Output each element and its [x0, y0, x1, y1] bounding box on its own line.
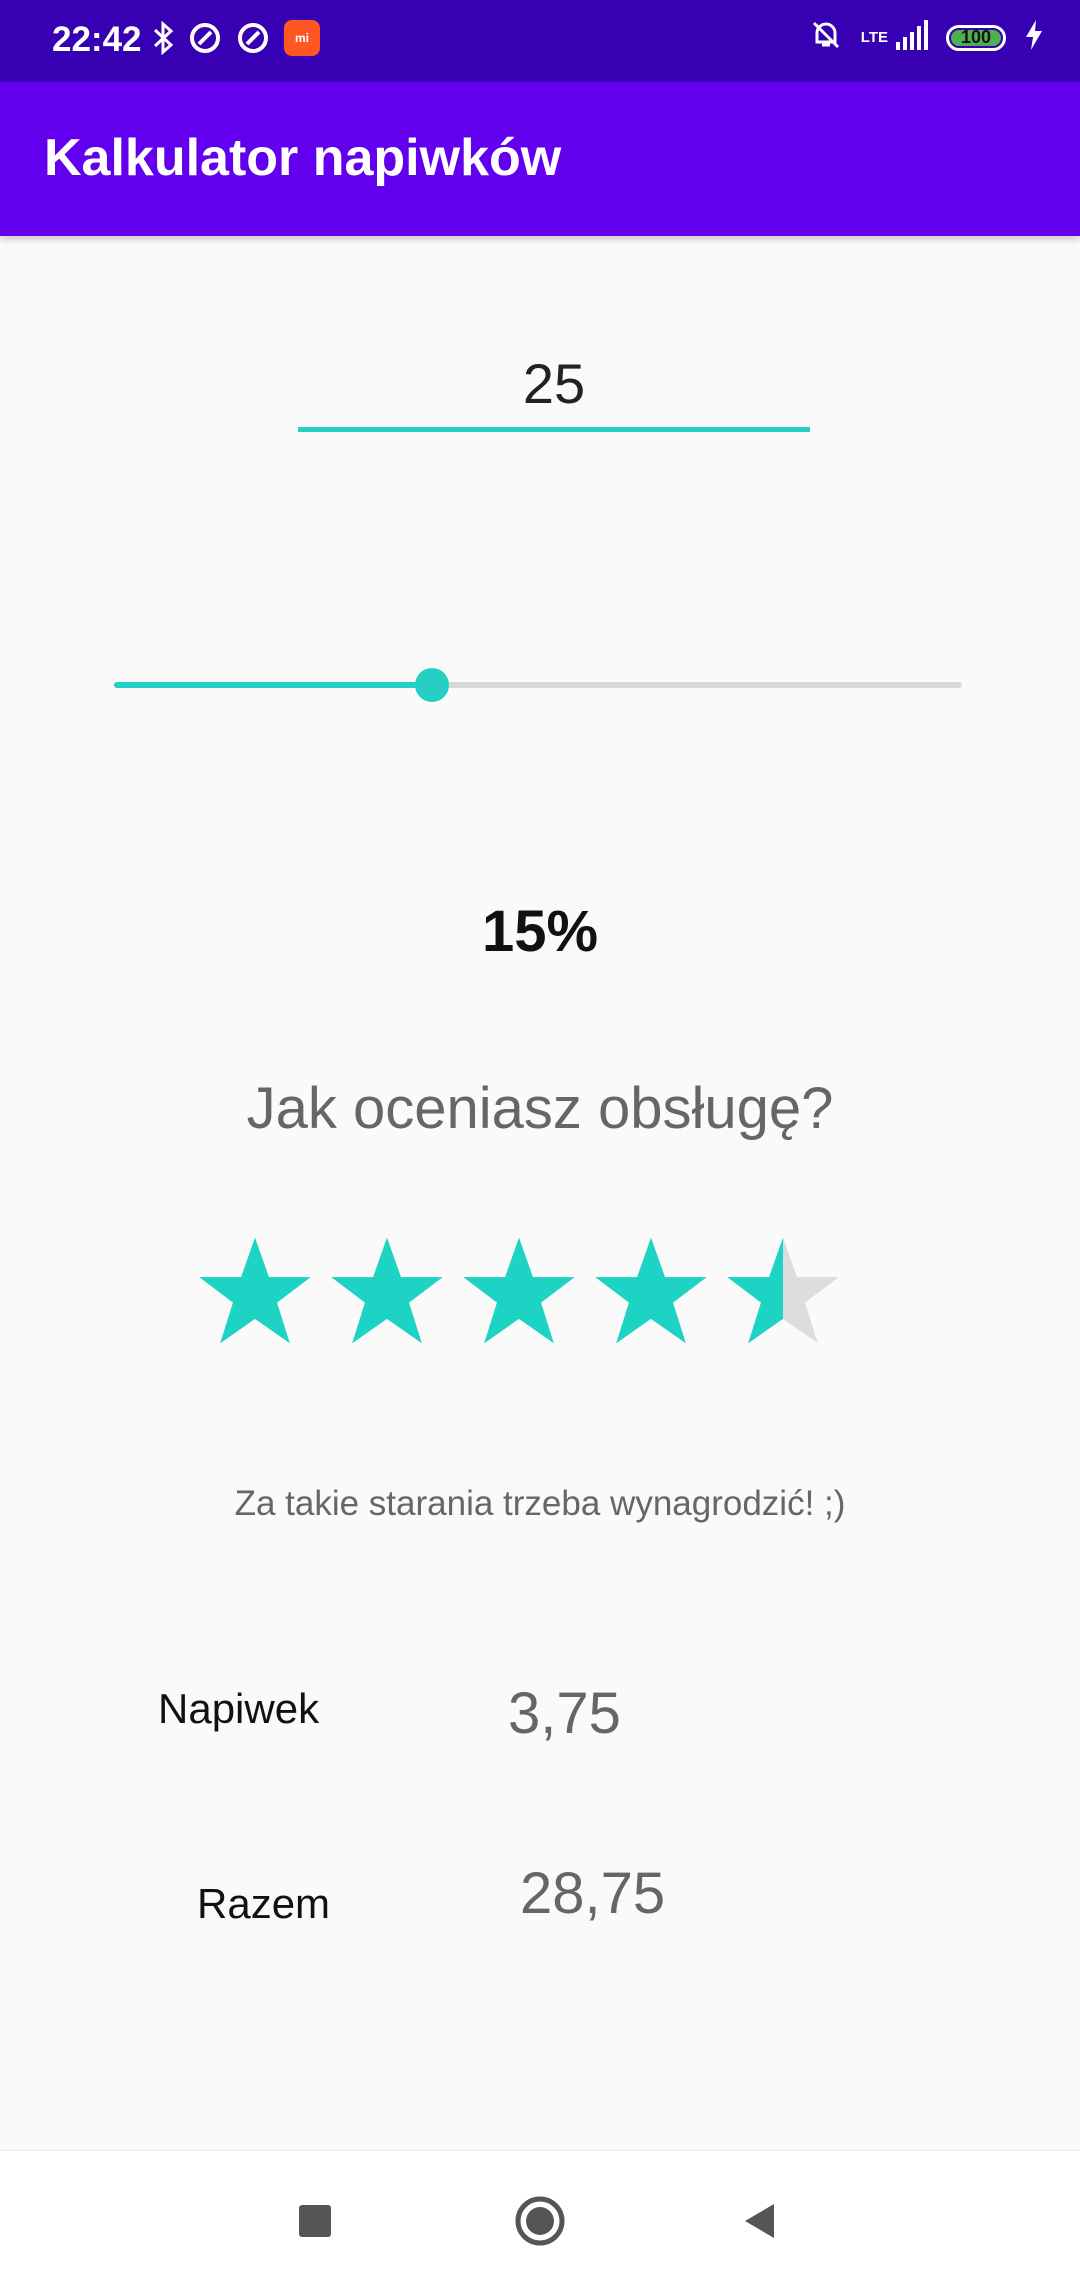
status-time: 22:42	[52, 20, 142, 59]
network-type: LTE	[860, 29, 888, 46]
navigation-bar	[0, 2150, 1080, 2281]
status-icons-right: LTE 100	[809, 18, 1044, 57]
alarm-off-icon	[809, 18, 843, 57]
slider-fill	[114, 682, 432, 688]
app-bar: Kalkulator napiwków	[0, 82, 1080, 236]
data-saver-icon	[188, 21, 222, 55]
charging-icon	[1024, 20, 1044, 55]
rating-note: Za takie starania trzeba wynagrodzić! ;)	[234, 1484, 846, 1523]
total-value: 28,75	[520, 1861, 666, 1926]
status-icons-left: mi	[152, 20, 320, 56]
mi-app-icon: mi	[284, 20, 320, 56]
bill-amount-input[interactable]	[298, 340, 810, 432]
bluetooth-icon	[152, 21, 174, 55]
battery-level: 100	[960, 27, 992, 47]
tip-value: 3,75	[508, 1681, 621, 1746]
rating-star[interactable]	[461, 1235, 577, 1347]
back-icon[interactable]	[730, 2191, 790, 2251]
rating-star[interactable]	[725, 1235, 841, 1347]
battery-icon: 100	[946, 24, 1006, 51]
rating-question: Jak oceniasz obsługę?	[246, 1076, 834, 1141]
tip-label: Napiwek	[158, 1685, 320, 1732]
data-saver-icon	[236, 21, 270, 55]
status-bar: 22:42 mi LTE 100	[0, 0, 1080, 82]
total-label: Razem	[197, 1880, 331, 1927]
tip-percent-slider[interactable]	[114, 660, 962, 710]
slider-thumb[interactable]	[415, 668, 449, 702]
rating-star[interactable]	[593, 1235, 709, 1347]
rating-star[interactable]	[197, 1235, 313, 1347]
signal-icon	[894, 20, 928, 55]
recent-apps-icon[interactable]	[285, 2191, 345, 2251]
tip-percent-label: 15%	[481, 899, 599, 964]
rating-star[interactable]	[329, 1235, 445, 1347]
service-rating-bar[interactable]	[197, 1235, 847, 1355]
app-title: Kalkulator napiwków	[44, 129, 562, 187]
home-icon[interactable]	[510, 2191, 570, 2251]
